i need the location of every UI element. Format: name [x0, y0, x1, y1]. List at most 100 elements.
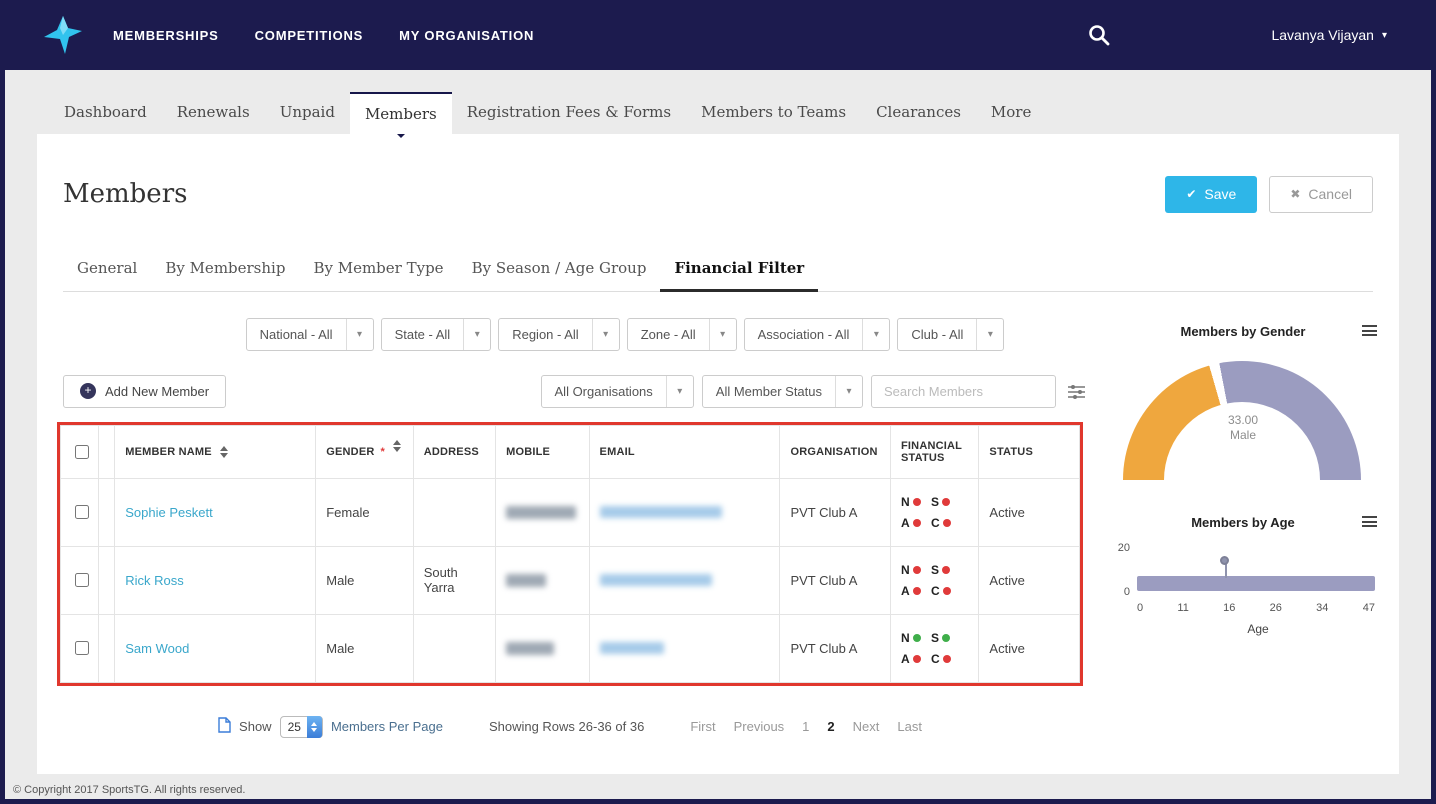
- region-filter-dropdown[interactable]: Region - All ▾: [498, 317, 620, 351]
- pager-page-1[interactable]: 1: [802, 719, 809, 734]
- tab-dashboard[interactable]: Dashboard: [49, 92, 162, 134]
- subtab-by-membership[interactable]: By Membership: [151, 249, 299, 291]
- national-filter-dropdown[interactable]: National - All ▾: [245, 317, 374, 351]
- toolbar-right: All Organisations ▾ All Member Status ▾: [540, 374, 1085, 408]
- tab-clearances[interactable]: Clearances: [861, 92, 976, 134]
- page-footer: © Copyright 2017 SportsTG. All rights re…: [5, 774, 1431, 799]
- chevron-down-icon[interactable]: ▾: [708, 318, 736, 350]
- nav-item-memberships[interactable]: MEMBERSHIPS: [113, 28, 219, 43]
- title-actions: ✔ Save ✖ Cancel: [1165, 175, 1373, 213]
- x-tick: 11: [1177, 601, 1189, 614]
- age-band: [1137, 575, 1375, 591]
- show-label: Show: [239, 719, 272, 735]
- pager-page-2-current[interactable]: 2: [827, 719, 834, 734]
- y-tick-20: 20: [1117, 541, 1130, 554]
- pager-previous[interactable]: Previous: [734, 719, 785, 734]
- spacer-cell: [98, 613, 116, 683]
- tab-members-to-teams[interactable]: Members to Teams: [686, 92, 861, 134]
- financial-status-cell: N S A C: [889, 477, 980, 547]
- tab-registration-fees-forms[interactable]: Registration Fees & Forms: [452, 92, 686, 134]
- add-new-member-button[interactable]: + Add New Member: [63, 374, 227, 408]
- subtab-by-member-type[interactable]: By Member Type: [299, 249, 457, 291]
- state-filter-dropdown[interactable]: State - All ▾: [380, 317, 492, 351]
- address-cell: [412, 477, 497, 547]
- table-header-row: MEMBER NAME GENDER * ADDRESS MOBILE EMAI…: [59, 424, 1080, 479]
- redacted-email: [599, 506, 722, 519]
- pager-last[interactable]: Last: [897, 719, 922, 734]
- tab-unpaid[interactable]: Unpaid: [265, 92, 350, 134]
- club-filter-label: Club - All: [911, 326, 964, 342]
- left-column: National - All ▾ State - All ▾ Region - …: [49, 292, 1093, 738]
- age-y-axis: 20 0: [1107, 542, 1137, 598]
- subtab-by-season-age-group[interactable]: By Season / Age Group: [458, 249, 661, 291]
- member-name-link[interactable]: Rick Ross: [125, 573, 184, 588]
- row-checkbox[interactable]: [75, 641, 89, 656]
- nav-item-my-organisation[interactable]: MY ORGANISATION: [399, 28, 534, 43]
- national-filter-label: National - All: [259, 326, 333, 342]
- save-button[interactable]: ✔ Save: [1165, 175, 1258, 213]
- sort-icon[interactable]: [392, 439, 401, 452]
- close-icon: ✖: [1290, 187, 1301, 202]
- organisation-cell: PVT Club A: [779, 477, 891, 547]
- member-status-filter-dropdown[interactable]: All Member Status ▾: [701, 374, 863, 408]
- association-status-dot: [912, 654, 921, 663]
- members-table-highlight: MEMBER NAME GENDER * ADDRESS MOBILE EMAI…: [57, 421, 1083, 686]
- content-card: Members ✔ Save ✖ Cancel General By Membe…: [37, 134, 1399, 774]
- per-page-group: Show 25 Members Per Page: [218, 715, 443, 738]
- chevron-down-icon[interactable]: ▾: [463, 318, 490, 350]
- pager-next[interactable]: Next: [853, 719, 880, 734]
- cancel-button[interactable]: ✖ Cancel: [1269, 175, 1373, 213]
- export-icon[interactable]: [218, 717, 231, 736]
- table-row: Rick Ross Male South Yarra PVT Club A N …: [59, 545, 1080, 615]
- user-menu[interactable]: Lavanya Vijayan ▾: [1271, 27, 1387, 43]
- filter-subtabs: General By Membership By Member Type By …: [63, 249, 1373, 292]
- tab-renewals[interactable]: Renewals: [162, 92, 265, 134]
- association-status-dot: [912, 518, 921, 527]
- gender-donut-chart: 33.00 Male: [1123, 360, 1363, 489]
- club-filter-dropdown[interactable]: Club - All ▾: [897, 317, 1005, 351]
- chevron-down-icon[interactable]: ▾: [345, 318, 373, 350]
- subtab-general[interactable]: General: [63, 249, 151, 291]
- tab-more[interactable]: More: [976, 92, 1046, 134]
- subtab-financial-filter[interactable]: Financial Filter: [660, 249, 819, 292]
- per-page-select[interactable]: 25: [279, 715, 323, 738]
- redacted-mobile: [506, 573, 547, 587]
- sort-icon[interactable]: [219, 445, 228, 458]
- gender-chart-header: Members by Gender: [1107, 324, 1379, 339]
- header-financial-status: FINANCIAL STATUS: [889, 424, 980, 479]
- chevron-down-icon[interactable]: ▾: [835, 375, 862, 407]
- status-cell: Active: [978, 545, 1080, 615]
- hamburger-icon[interactable]: [1362, 515, 1377, 527]
- title-row: Members ✔ Save ✖ Cancel: [37, 138, 1399, 235]
- organisation-filter-dropdown[interactable]: All Organisations ▾: [540, 374, 694, 408]
- hamburger-icon[interactable]: [1362, 324, 1377, 336]
- mobile-cell: [495, 477, 590, 547]
- member-name-link[interactable]: Sam Wood: [125, 641, 189, 656]
- nav-item-competitions[interactable]: COMPETITIONS: [255, 28, 364, 43]
- header-address: ADDRESS: [412, 424, 497, 479]
- chevron-down-icon[interactable]: ▾: [591, 318, 619, 350]
- rows-summary: Showing Rows 26-36 of 36: [488, 719, 645, 735]
- member-name-link[interactable]: Sophie Peskett: [125, 505, 212, 520]
- save-label: Save: [1204, 186, 1237, 203]
- row-checkbox[interactable]: [75, 505, 89, 520]
- zone-filter-dropdown[interactable]: Zone - All ▾: [626, 317, 737, 351]
- add-member-label: Add New Member: [105, 383, 210, 399]
- association-filter-dropdown[interactable]: Association - All ▾: [743, 317, 891, 351]
- sliders-icon[interactable]: [1068, 384, 1085, 399]
- chevron-down-icon[interactable]: ▾: [665, 375, 693, 407]
- search-members-input[interactable]: [871, 374, 1056, 408]
- hierarchy-filters: National - All ▾ State - All ▾ Region - …: [165, 317, 1085, 351]
- donut-center-label: 33.00 Male: [1123, 413, 1363, 443]
- chevron-down-icon[interactable]: ▾: [976, 318, 1003, 350]
- email-cell: [588, 477, 781, 547]
- brand-logo[interactable]: [43, 15, 85, 55]
- chevron-down-icon[interactable]: ▾: [862, 318, 889, 350]
- row-checkbox[interactable]: [75, 573, 89, 588]
- table-toolbar: + Add New Member All Organisations ▾ All…: [63, 374, 1085, 408]
- select-all-checkbox[interactable]: [75, 444, 89, 459]
- pager-first[interactable]: First: [690, 719, 715, 734]
- club-status-dot: [942, 586, 951, 595]
- tab-members[interactable]: Members: [349, 92, 452, 138]
- search-icon[interactable]: [1087, 23, 1111, 47]
